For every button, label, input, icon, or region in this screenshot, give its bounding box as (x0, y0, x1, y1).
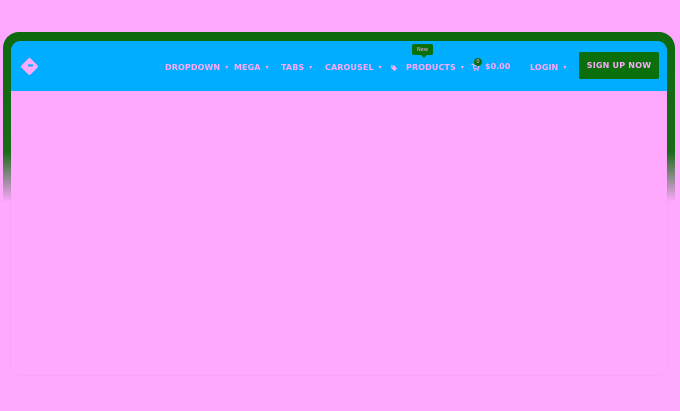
chevron-down-icon: ▾ (378, 63, 382, 71)
cart-total: $0.00 (485, 62, 511, 71)
nav-item-carousel-label: CAROUSEL (325, 62, 374, 72)
chevron-down-icon: ▾ (460, 63, 464, 71)
nav-item-carousel[interactable]: CAROUSEL ▾ (325, 61, 382, 73)
nav-item-dropdown[interactable]: DROPDOWN ▾ (165, 61, 228, 73)
top-navbar: DROPDOWN ▾ MEGA ▾ TABS ▾ CAROUSEL ▾ New … (11, 41, 667, 91)
diamond-logo-icon[interactable] (20, 57, 39, 76)
chevron-down-icon: ▾ (265, 63, 269, 71)
nav-item-tabs[interactable]: TABS ▾ (281, 61, 312, 73)
app-screen: DROPDOWN ▾ MEGA ▾ TABS ▾ CAROUSEL ▾ New … (11, 41, 667, 375)
nav-item-mega-label: MEGA (234, 62, 261, 72)
chevron-down-icon: ▾ (225, 63, 229, 71)
new-badge: New (412, 44, 433, 58)
nav-item-products-label: PRODUCTS (406, 62, 456, 72)
nav-item-dropdown-label: DROPDOWN (165, 62, 221, 72)
chevron-down-icon: ▾ (563, 63, 567, 71)
login-link[interactable]: LOGIN ▾ (530, 61, 566, 73)
cart[interactable]: 0 $0.00 (471, 58, 521, 74)
chevron-down-icon: ▾ (309, 63, 313, 71)
sign-up-button[interactable]: SIGN UP NOW (579, 52, 659, 79)
login-label: LOGIN (530, 62, 559, 72)
nav-item-mega[interactable]: MEGA ▾ (234, 61, 269, 73)
nav-item-tabs-label: TABS (281, 62, 305, 72)
nav-item-products[interactable]: PRODUCTS ▾ (389, 61, 464, 73)
tag-icon (389, 64, 398, 71)
cart-count-badge: 0 (474, 58, 482, 66)
